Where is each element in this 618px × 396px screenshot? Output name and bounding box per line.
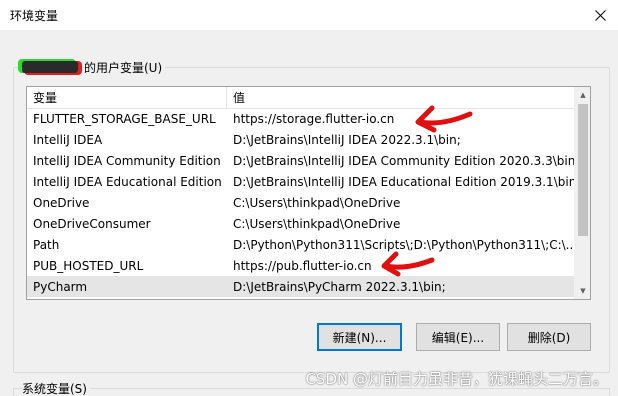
table-row[interactable]: IntelliJ IDEA Educational Edition D:\JetB…	[27, 171, 576, 192]
variable-name-cell: IntelliJ IDEA Community Edition	[33, 153, 221, 168]
variable-value-cell: C:\Users\thinkpad\OneDrive	[233, 195, 401, 210]
table-row[interactable]: FLUTTER_STORAGE_BASE_URL https://storage.…	[27, 108, 576, 129]
close-icon	[594, 9, 606, 21]
variable-name-cell: Path	[33, 237, 60, 252]
variable-name-cell: OneDriveConsumer	[33, 216, 151, 231]
delete-button[interactable]: 删除(D)	[507, 323, 591, 351]
table-row[interactable]: Path D:\Python\Python311\Scripts\;D:\Pyth…	[27, 234, 576, 255]
table-row[interactable]: IntelliJ IDEA Community Edition D:\JetBra…	[27, 150, 576, 171]
vertical-scrollbar[interactable]: ▲ ▼	[574, 87, 590, 299]
list-rows: FLUTTER_STORAGE_BASE_URL https://storage.…	[27, 108, 576, 297]
variable-name-cell: IntelliJ IDEA	[33, 132, 103, 147]
title-bar: 环境变量	[0, 0, 618, 30]
variable-value-cell: D:\JetBrains\PyCharm 2022.3.1\bin;	[233, 279, 446, 294]
system-variables-group	[13, 388, 610, 396]
variable-name-cell: IntelliJ IDEA Educational Edition	[33, 174, 222, 189]
scroll-up-icon[interactable]: ▲	[575, 87, 590, 103]
close-button[interactable]	[582, 0, 618, 30]
variable-name-cell: FLUTTER_STORAGE_BASE_URL	[33, 111, 216, 126]
scroll-down-icon[interactable]: ▼	[575, 283, 590, 299]
table-row[interactable]: OneDrive C:\Users\thinkpad\OneDrive	[27, 192, 576, 213]
edit-button[interactable]: 编辑(E)...	[416, 323, 500, 351]
table-row[interactable]: PUB_HOSTED_URL https://pub.flutter-io.cn	[27, 255, 576, 276]
column-header-variable[interactable]: 变量	[27, 87, 227, 109]
table-row[interactable]: OneDriveConsumer C:\Users\thinkpad\OneDri…	[27, 213, 576, 234]
variable-name-cell: PyCharm	[33, 279, 88, 294]
variable-value-cell: D:\JetBrains\IntelliJ IDEA Community Edi…	[233, 153, 576, 168]
annotation-arrow-icon	[415, 105, 473, 133]
watermark: CSDN @灯前目力虽非昔，犹课蝇头二万言。	[305, 370, 608, 388]
variable-value-cell: D:\JetBrains\IntelliJ IDEA 2022.3.1\bin;	[233, 132, 461, 147]
new-button[interactable]: 新建(N)...	[317, 323, 402, 351]
list-header: 变量 值	[27, 87, 576, 109]
user-variables-label: 的用户变量(U)	[84, 60, 163, 75]
table-row[interactable]: IntelliJ IDEA D:\JetBrains\IntelliJ IDEA …	[27, 129, 576, 150]
system-variables-label: 系统变量(S)	[22, 380, 90, 396]
table-row[interactable]: PyCharm D:\JetBrains\PyCharm 2022.3.1\bin…	[27, 276, 576, 297]
variable-name-cell: OneDrive	[33, 195, 90, 210]
variable-value-cell: C:\Users\thinkpad\OneDrive	[233, 216, 401, 231]
variable-name-cell: PUB_HOSTED_URL	[33, 258, 144, 273]
user-variables-legend: 的用户变量(U)	[22, 58, 166, 76]
variable-value-cell: D:\JetBrains\IntelliJ IDEA Educational E…	[233, 174, 576, 189]
redacted-username	[22, 61, 78, 73]
user-variables-list[interactable]: 变量 值 FLUTTER_STORAGE_BASE_URL https://sto…	[26, 86, 591, 300]
variable-value-cell: https://storage.flutter-io.cn	[233, 111, 395, 126]
column-header-value[interactable]: 值	[227, 87, 576, 109]
annotation-arrow-icon	[381, 251, 435, 277]
window-title: 环境变量	[10, 9, 59, 23]
scroll-thumb[interactable]	[578, 104, 588, 236]
